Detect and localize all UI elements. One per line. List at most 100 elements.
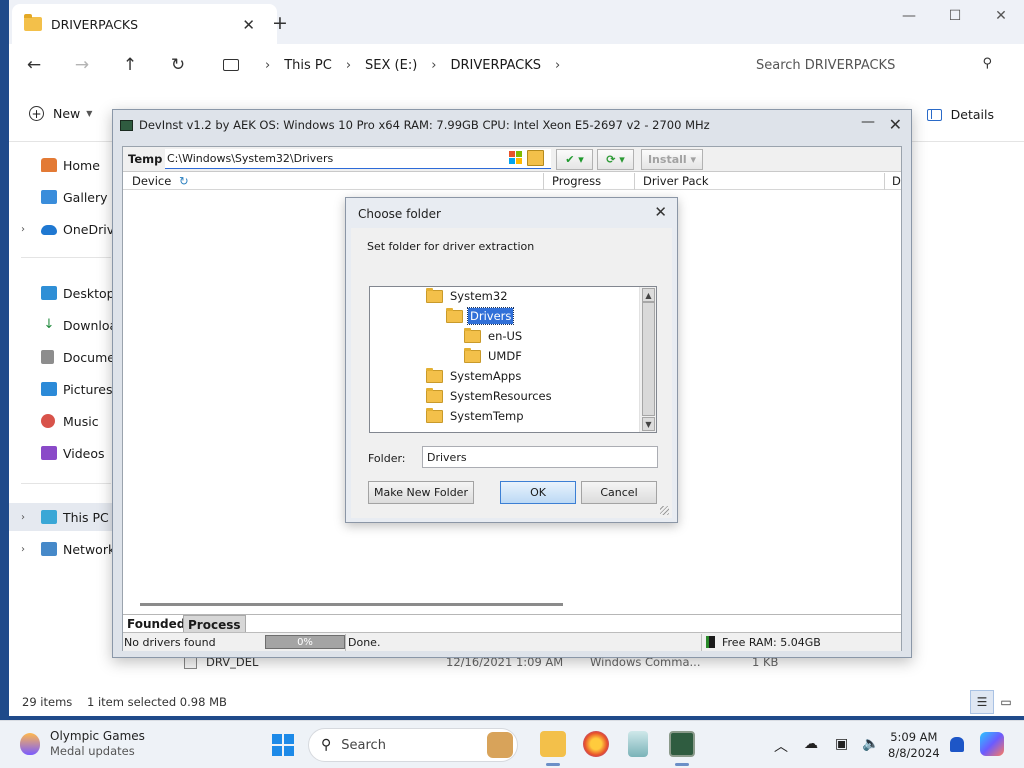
ok-button[interactable]: OK (500, 481, 576, 504)
desktop-icon (41, 286, 57, 300)
scroll-down-icon[interactable]: ▼ (642, 417, 655, 431)
tiles-view-icon[interactable]: ▭ (994, 690, 1018, 714)
tab-bar: DRIVERPACKS ✕ + — ☐ ✕ (9, 0, 1024, 44)
sidebar-item-documents[interactable]: Documents (9, 343, 113, 371)
scroll-thumb[interactable] (642, 302, 655, 416)
refresh-dropdown-button[interactable]: ⟳ ▾ (597, 149, 634, 170)
sidebar-item-pictures[interactable]: Pictures (9, 375, 113, 403)
windows-logo-icon[interactable] (509, 151, 523, 165)
chevron-right-icon[interactable]: › (555, 58, 560, 73)
navigation-bar: ← → ↑ ↻ › This PC › SEX (E:) › DRIVERPAC… (9, 44, 1024, 86)
tree-item-label: UMDF (488, 349, 522, 363)
folder-tree[interactable]: System32 Drivers en-US UMDF SystemApps S… (369, 286, 657, 433)
horizontal-scrollbar[interactable] (140, 603, 563, 606)
column-device[interactable]: Device (132, 174, 171, 190)
refresh-icon[interactable]: ↻ (163, 50, 193, 80)
folder-input[interactable]: Drivers (422, 446, 658, 468)
chevron-down-icon: ▼ (86, 109, 93, 118)
tree-item-drivers[interactable]: Drivers (446, 306, 515, 326)
start-button-icon[interactable] (272, 734, 294, 756)
sidebar-item-desktop[interactable]: Desktop (9, 279, 113, 307)
news-widget[interactable]: Olympic Games Medal updates (20, 729, 145, 759)
sidebar-item-downloads[interactable]: ↓ Downloads (9, 311, 113, 339)
chevron-up-icon[interactable]: ︿ (774, 736, 788, 756)
check-dropdown-button[interactable]: ✔ ▾ (556, 149, 593, 170)
details-button[interactable]: Details (926, 107, 994, 122)
new-button[interactable]: + New ▼ (29, 106, 92, 121)
minimize-icon[interactable]: — (861, 114, 875, 130)
scroll-up-icon[interactable]: ▲ (642, 288, 655, 302)
sidebar-item-onedrive[interactable]: › OneDrive (9, 215, 113, 243)
up-arrow-icon[interactable]: ↑ (115, 50, 145, 80)
details-view-icon[interactable]: ☰ (970, 690, 994, 714)
maximize-icon[interactable]: ☐ (932, 0, 978, 32)
sidebar-item-network[interactable]: › Network (9, 535, 113, 563)
tab-founded[interactable]: Founded (123, 615, 189, 633)
file-explorer-icon[interactable] (540, 731, 566, 757)
breadcrumb-driverpacks[interactable]: DRIVERPACKS (450, 58, 541, 73)
chevron-right-icon[interactable]: › (346, 58, 351, 73)
close-window-icon[interactable]: ✕ (978, 0, 1024, 32)
resize-grip[interactable] (660, 506, 669, 515)
notification-bell-icon[interactable] (950, 737, 964, 752)
forward-arrow-icon[interactable]: → (67, 50, 97, 80)
sidebar-item-gallery[interactable]: Gallery (9, 183, 113, 211)
sidebar-item-label: Pictures (63, 381, 113, 397)
new-tab-icon[interactable]: + (272, 12, 288, 34)
tab-driverpacks[interactable]: DRIVERPACKS ✕ (12, 4, 277, 44)
cloud-offline-icon[interactable]: ☁ (804, 736, 818, 752)
address-bar[interactable]: › This PC › SEX (E:) › DRIVERPACKS › (213, 50, 734, 80)
tab-process[interactable]: Process (183, 615, 246, 633)
close-icon[interactable]: ✕ (889, 115, 902, 134)
close-icon[interactable]: ✕ (654, 203, 667, 221)
notepad-icon[interactable] (628, 731, 648, 757)
taskbar-clock[interactable]: 5:09 AM 8/8/2024 (888, 729, 940, 761)
sidebar-item-this-pc[interactable]: › This PC (9, 503, 113, 531)
cancel-button[interactable]: Cancel (581, 481, 657, 504)
chevron-right-icon[interactable]: › (431, 58, 436, 73)
back-arrow-icon[interactable]: ← (19, 50, 49, 80)
firefox-icon[interactable] (583, 731, 609, 757)
devinst-taskbar-icon[interactable] (669, 731, 695, 757)
display-icon[interactable]: ▣ (835, 736, 848, 752)
copilot-icon[interactable] (980, 732, 1004, 756)
taskbar-search[interactable]: ⚲ Search (308, 728, 518, 762)
tree-item-label: SystemApps (450, 369, 522, 383)
sidebar-item-label: Documents (63, 349, 113, 365)
temp-path-field[interactable]: C:\Windows\System32\Drivers (165, 149, 551, 169)
sort-icon[interactable]: ↻ (179, 174, 189, 190)
column-progress[interactable]: Progress (552, 174, 601, 190)
browse-folder-icon[interactable] (527, 150, 544, 166)
sidebar-item-videos[interactable]: Videos (9, 439, 113, 467)
search-input[interactable]: Search DRIVERPACKS ⚲ (744, 50, 1004, 80)
chevron-right-icon[interactable]: › (21, 224, 25, 235)
folder-icon (446, 307, 463, 323)
tree-item-en-us[interactable]: en-US (464, 326, 524, 346)
chevron-right-icon[interactable]: › (21, 512, 25, 523)
breadcrumb-this-pc[interactable]: This PC (284, 58, 332, 73)
breadcrumb-drive[interactable]: SEX (E:) (365, 58, 417, 73)
tree-item-systemapps[interactable]: SystemApps (426, 366, 523, 386)
column-driver-pack[interactable]: Driver Pack (643, 174, 709, 190)
state-status: Done. (348, 636, 381, 649)
chevron-right-icon[interactable]: › (265, 58, 270, 73)
volume-icon[interactable]: 🔈 (862, 736, 879, 752)
install-button[interactable]: Install ▾ (641, 149, 703, 170)
taskbar: Olympic Games Medal updates ⚲ Search ︿ ☁… (0, 720, 1024, 768)
selection-info: 1 item selected 0.98 MB (87, 695, 227, 709)
cloud-icon (41, 225, 57, 235)
chevron-right-icon[interactable]: › (21, 544, 25, 555)
folder-icon (464, 347, 481, 363)
make-new-folder-button[interactable]: Make New Folder (368, 481, 474, 504)
minimize-icon[interactable]: — (886, 0, 932, 32)
close-tab-icon[interactable]: ✕ (242, 16, 255, 34)
tree-item-systemresources[interactable]: SystemResources (426, 386, 554, 406)
tree-item-umdf[interactable]: UMDF (464, 346, 524, 366)
tree-item-system32[interactable]: System32 (426, 287, 510, 306)
sidebar-item-music[interactable]: Music (9, 407, 113, 435)
vertical-scrollbar[interactable]: ▲ ▼ (639, 287, 656, 432)
status-separator (345, 634, 346, 651)
column-d[interactable]: D (892, 174, 901, 190)
tree-item-systemtemp[interactable]: SystemTemp (426, 406, 526, 426)
sidebar-item-home[interactable]: Home (9, 151, 113, 179)
